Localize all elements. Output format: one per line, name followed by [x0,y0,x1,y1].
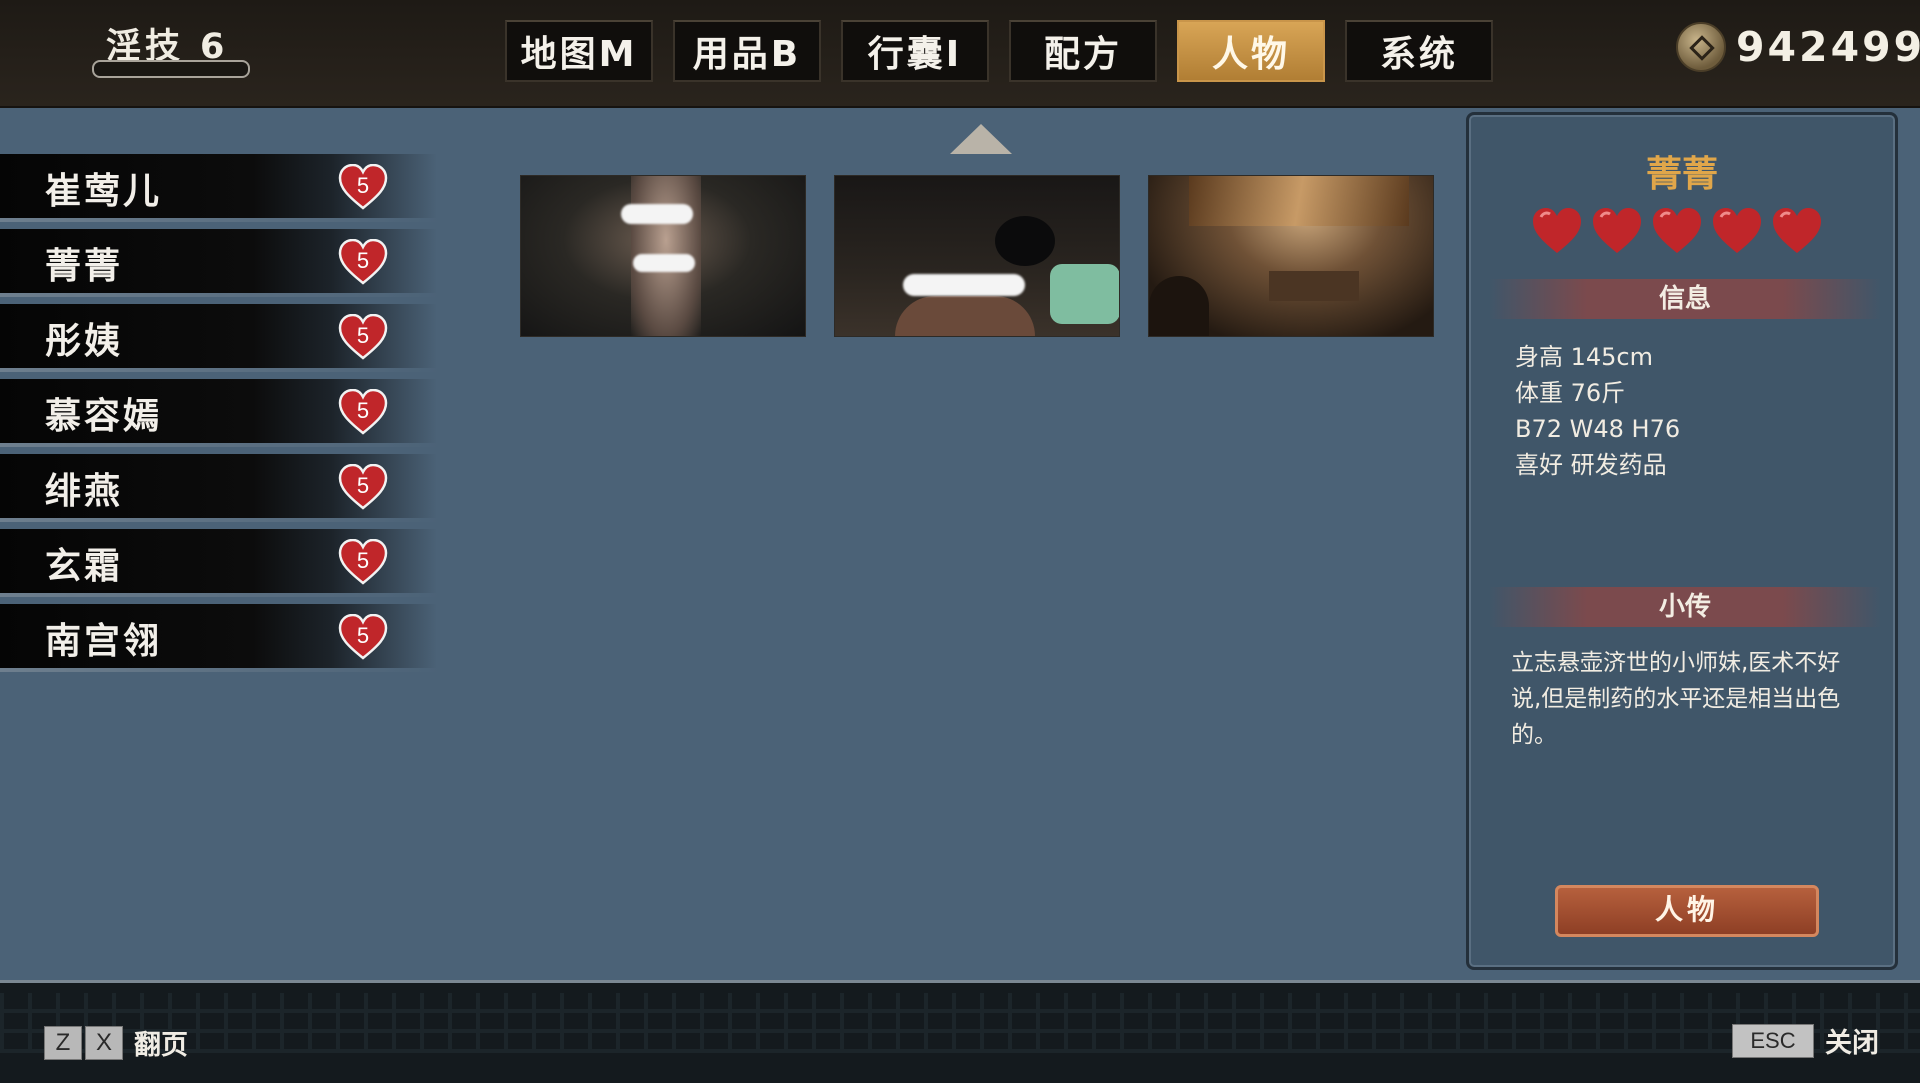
affection-level: 5 [356,248,370,273]
affection-heart-icon: 5 [338,538,388,585]
heart-icon [1593,208,1641,253]
character-name: 绯燕 [45,471,124,512]
scroll-up-arrow-icon[interactable] [950,124,1012,154]
cg-thumbnail[interactable] [1148,175,1434,337]
top-bar: 淫技 6 地图M 用品B 行囊I 配方 人物 系统 942499 [0,0,1920,108]
character-button[interactable]: 人物 [1555,885,1819,937]
detail-character-name: 菁菁 [1645,154,1718,195]
character-name: 崔莺儿 [45,171,163,212]
affection-heart-icon: 5 [338,463,388,510]
character-row[interactable]: 玄霜 5 [0,529,460,597]
heart-icon [1653,208,1701,253]
page-label: 翻页 [134,1030,188,1061]
bottom-bar: Z X 翻页 ESC 关闭 [0,980,1920,1083]
affection-heart-icon: 5 [338,613,388,660]
info-section-title: 信息 [1489,279,1881,319]
character-row[interactable]: 南宫翎 5 [0,604,460,672]
affection-heart-icon: 5 [338,313,388,360]
coin-icon [1676,22,1726,72]
cg-thumbnail[interactable] [520,175,806,337]
affection-level: 5 [356,398,370,423]
character-detail-panel: 菁菁 信息 身高 145cm 体重 76斤 B72 W48 H76 喜好 研发药… [1466,112,1898,970]
page-hint: Z X 翻页 [44,1023,188,1062]
character-row[interactable]: 彤姨 5 [0,304,460,372]
detail-hearts [1531,207,1831,255]
character-list: 崔莺儿 5 菁菁 5 彤姨 5 慕容嫣 5 绯燕 5 玄霜 5 南宫翎 5 [0,154,460,679]
character-row[interactable]: 菁菁 5 [0,229,460,297]
character-bio: 立志悬壶济世的小师妹,医术不好说,但是制药的水平还是相当出色的。 [1511,650,1841,748]
main-tabs: 地图M 用品B 行囊I 配方 人物 系统 [495,20,1503,88]
affection-heart-icon: 5 [338,238,388,285]
character-name: 玄霜 [45,546,124,587]
skill-progress-bar [92,60,250,78]
heart-icon [1773,208,1821,253]
info-hobby: 喜好 研发药品 [1515,451,1667,479]
affection-heart-icon: 5 [338,388,388,435]
coin-value: 942499 [1736,23,1920,71]
coin-counter: 942499 [1676,22,1920,72]
affection-heart-icon: 5 [338,163,388,210]
tab-items[interactable]: 用品B [673,20,821,82]
affection-level: 5 [356,473,370,498]
affection-level: 5 [356,323,370,348]
affection-level: 5 [356,623,370,648]
character-name: 慕容嫣 [45,396,163,437]
affection-level: 5 [356,548,370,573]
esc-key[interactable]: ESC [1732,1023,1814,1058]
character-info: 身高 145cm 体重 76斤 B72 W48 H76 喜好 研发药品 [1515,339,1680,483]
heart-icon [1533,208,1581,253]
tab-system[interactable]: 系统 [1345,20,1493,82]
info-height: 身高 145cm [1515,343,1654,371]
x-key[interactable]: X [85,1025,123,1060]
bio-section-title: 小传 [1489,587,1881,627]
heart-icon [1713,208,1761,253]
tab-bag[interactable]: 行囊I [841,20,989,82]
character-name: 彤姨 [45,321,124,362]
decorative-pattern [0,993,1920,1053]
affection-level: 5 [356,173,370,198]
character-row[interactable]: 绯燕 5 [0,454,460,522]
character-name: 南宫翎 [45,621,163,662]
info-measurements: B72 W48 H76 [1515,415,1681,443]
z-key[interactable]: Z [44,1025,82,1060]
skill-indicator: 淫技 6 [92,16,250,78]
character-row[interactable]: 崔莺儿 5 [0,154,460,222]
character-name: 菁菁 [45,246,124,287]
tab-recipes[interactable]: 配方 [1009,20,1157,82]
close-label: 关闭 [1825,1028,1879,1059]
tab-characters[interactable]: 人物 [1177,20,1325,82]
cg-thumbnail[interactable] [834,175,1120,337]
tab-map[interactable]: 地图M [505,20,653,82]
info-weight: 体重 76斤 [1515,379,1626,407]
character-row[interactable]: 慕容嫣 5 [0,379,460,447]
close-hint: ESC 关闭 [1732,1021,1879,1060]
